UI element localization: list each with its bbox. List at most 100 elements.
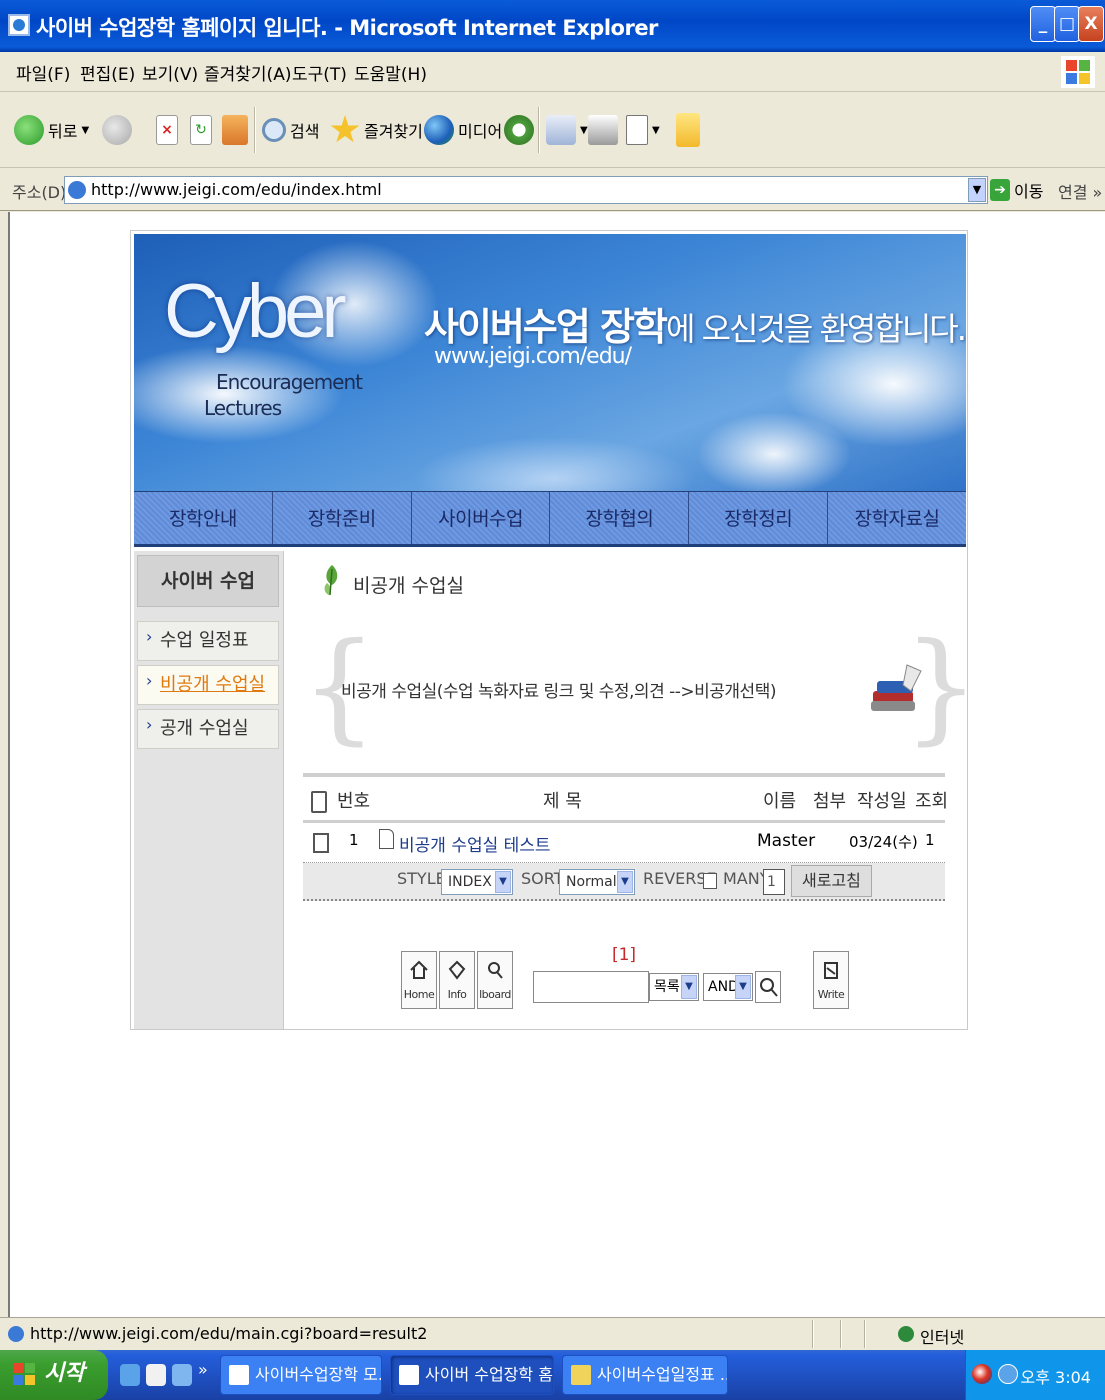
- korean-ime-icon[interactable]: [972, 1364, 992, 1384]
- menu-help[interactable]: 도움말(H): [354, 60, 427, 85]
- go-button[interactable]: ➔ 이동: [990, 178, 1043, 202]
- address-input[interactable]: http://www.jeigi.com/edu/index.html: [64, 176, 988, 204]
- write-label: Write: [817, 988, 845, 1001]
- col-date: 작성일: [857, 791, 907, 812]
- start-label: 시작: [44, 1361, 85, 1386]
- search-operator-select[interactable]: AND ▼: [703, 973, 753, 1001]
- taskbar-window-1-label: 사이버수업장학 모...: [255, 1365, 382, 1384]
- taskbar-window-3[interactable]: 사이버수업일정표 ...: [562, 1355, 728, 1395]
- style-select-value: INDEX: [448, 874, 492, 890]
- media-button[interactable]: 미디어: [424, 110, 502, 150]
- ie-page-icon: [399, 1365, 419, 1385]
- address-dropdown-icon[interactable]: ▼: [968, 178, 986, 202]
- status-divider: [812, 1320, 814, 1348]
- back-arrow-icon: [14, 115, 44, 145]
- address-url: http://www.jeigi.com/edu/index.html: [91, 180, 382, 199]
- quicklaunch-browser-icon[interactable]: [172, 1364, 192, 1386]
- search-field-select[interactable]: 목록 ▼: [649, 973, 699, 1001]
- row-author: Master: [757, 831, 816, 851]
- board-table: 번호 제 목 이름 첨부 작성일 조회 1 비공개 수업실 테스트 Master…: [303, 773, 949, 965]
- stop-button[interactable]: ×: [156, 110, 178, 150]
- history-button[interactable]: [504, 110, 534, 150]
- table-row[interactable]: 1 비공개 수업실 테스트 Master 03/24(수) 1: [303, 823, 945, 863]
- back-dropdown-icon[interactable]: ▼: [81, 125, 89, 136]
- quicklaunch-ie-icon[interactable]: [120, 1364, 140, 1386]
- printer-icon: [588, 115, 618, 145]
- nav-item-summary[interactable]: 장학정리: [689, 492, 829, 544]
- nav-item-discussion[interactable]: 장학협의: [550, 492, 690, 544]
- write-button[interactable]: Write: [813, 951, 849, 1009]
- style-select[interactable]: INDEX ▼: [441, 869, 513, 895]
- quicklaunch-more-icon[interactable]: »: [198, 1360, 208, 1379]
- row-number: 1: [349, 831, 359, 849]
- col-title: 제 목: [543, 791, 582, 812]
- stop-icon: ×: [156, 115, 178, 145]
- mail-button[interactable]: ▼: [546, 110, 588, 150]
- reverse-checkbox[interactable]: [703, 873, 717, 889]
- main-nav: 장학안내 장학준비 사이버수업 장학협의 장학정리 장학자료실: [134, 491, 966, 547]
- page-viewport[interactable]: Cyber Encouragement Lectures 사이버수업 장학에 오…: [8, 212, 1105, 1317]
- nav-item-preparation[interactable]: 장학준비: [273, 492, 412, 544]
- row-title-link[interactable]: 비공개 수업실 테스트: [399, 831, 551, 856]
- taskbar-window-2[interactable]: 사이버 수업장학 홈...: [390, 1355, 554, 1395]
- lboard-button[interactable]: lboard: [477, 951, 513, 1009]
- tray-arrow-icon[interactable]: [998, 1364, 1018, 1384]
- info-button[interactable]: Info: [439, 951, 475, 1009]
- quicklaunch-desktop-icon[interactable]: [146, 1364, 166, 1386]
- sidebar-item-private-classroom[interactable]: 비공개 수업실: [137, 662, 279, 705]
- search-toolbar-button[interactable]: 검색: [262, 110, 319, 150]
- taskbar-window-1[interactable]: 사이버수업장학 모...: [220, 1355, 382, 1395]
- notice-text: 비공개 수업실(수업 녹화자료 링크 및 수정,의견 -->비공개선택): [341, 682, 776, 702]
- home-board-button[interactable]: Home: [401, 951, 437, 1009]
- media-label: 미디어: [458, 122, 503, 141]
- print-button[interactable]: [588, 110, 618, 150]
- sidebar-item-schedule[interactable]: 수업 일정표: [137, 618, 279, 661]
- edit-button[interactable]: ▼: [626, 110, 660, 150]
- many-input[interactable]: 1: [763, 869, 785, 895]
- nav-item-guide[interactable]: 장학안내: [134, 492, 273, 544]
- status-divider: [864, 1320, 866, 1348]
- forward-button[interactable]: [102, 110, 132, 150]
- clock: 오후 3:04: [1020, 1368, 1091, 1387]
- favorites-button[interactable]: 즐겨찾기: [330, 110, 423, 150]
- menu-favorites[interactable]: 즐겨찾기(A): [204, 60, 291, 85]
- toolbar-separator: [254, 107, 256, 153]
- links-button[interactable]: 연결 »: [1058, 179, 1102, 203]
- mail-dropdown-icon[interactable]: ▼: [580, 125, 588, 136]
- minimize-button[interactable]: _: [1030, 6, 1056, 42]
- sidebar-item-public-classroom[interactable]: 공개 수업실: [137, 706, 279, 749]
- edit-dropdown-icon[interactable]: ▼: [652, 125, 660, 136]
- menu-view[interactable]: 보기(V): [142, 60, 198, 85]
- refresh-page-button[interactable]: ↻: [190, 110, 212, 150]
- col-views: 조회: [915, 791, 949, 812]
- home-page-button[interactable]: [222, 110, 248, 150]
- welcome-rest: 에 오신것을 환영합니다.: [665, 310, 966, 348]
- note-icon: [676, 113, 700, 147]
- taskbar-window-3-label: 사이버수업일정표 ...: [597, 1365, 728, 1384]
- magnifier-icon: [760, 978, 778, 997]
- address-label: 주소(D): [12, 183, 67, 202]
- cyber-logo: Cyber: [164, 269, 347, 354]
- document-app-icon: [571, 1365, 591, 1385]
- close-button[interactable]: X: [1078, 6, 1104, 42]
- document-icon: [379, 829, 394, 849]
- menu-edit[interactable]: 편집(E): [80, 60, 135, 85]
- nav-item-archive[interactable]: 장학자료실: [828, 492, 966, 544]
- row-checkbox[interactable]: [313, 833, 329, 853]
- list-icon: [311, 791, 327, 813]
- refresh-list-button[interactable]: 새로고침: [791, 865, 872, 897]
- search-submit-button[interactable]: [755, 971, 781, 1003]
- back-button[interactable]: 뒤로 ▼: [14, 110, 89, 150]
- history-icon: [504, 115, 534, 145]
- title-bar[interactable]: 사이버 수업장학 홈페이지 입니다. - Microsoft Internet …: [0, 0, 1105, 52]
- board-search-input[interactable]: [533, 971, 649, 1003]
- messenger-button[interactable]: [676, 110, 700, 150]
- nav-item-cyber-class[interactable]: 사이버수업: [412, 492, 551, 544]
- sort-select[interactable]: Normal ▼: [559, 869, 635, 895]
- start-button[interactable]: 시작: [0, 1350, 108, 1400]
- security-zone-label: 인터넷: [920, 1328, 965, 1347]
- maximize-button[interactable]: □: [1054, 6, 1080, 42]
- welcome-bold: 사이버수업 장학: [424, 305, 668, 349]
- menu-tools[interactable]: 도구(T): [292, 60, 347, 85]
- menu-file[interactable]: 파일(F): [16, 60, 70, 85]
